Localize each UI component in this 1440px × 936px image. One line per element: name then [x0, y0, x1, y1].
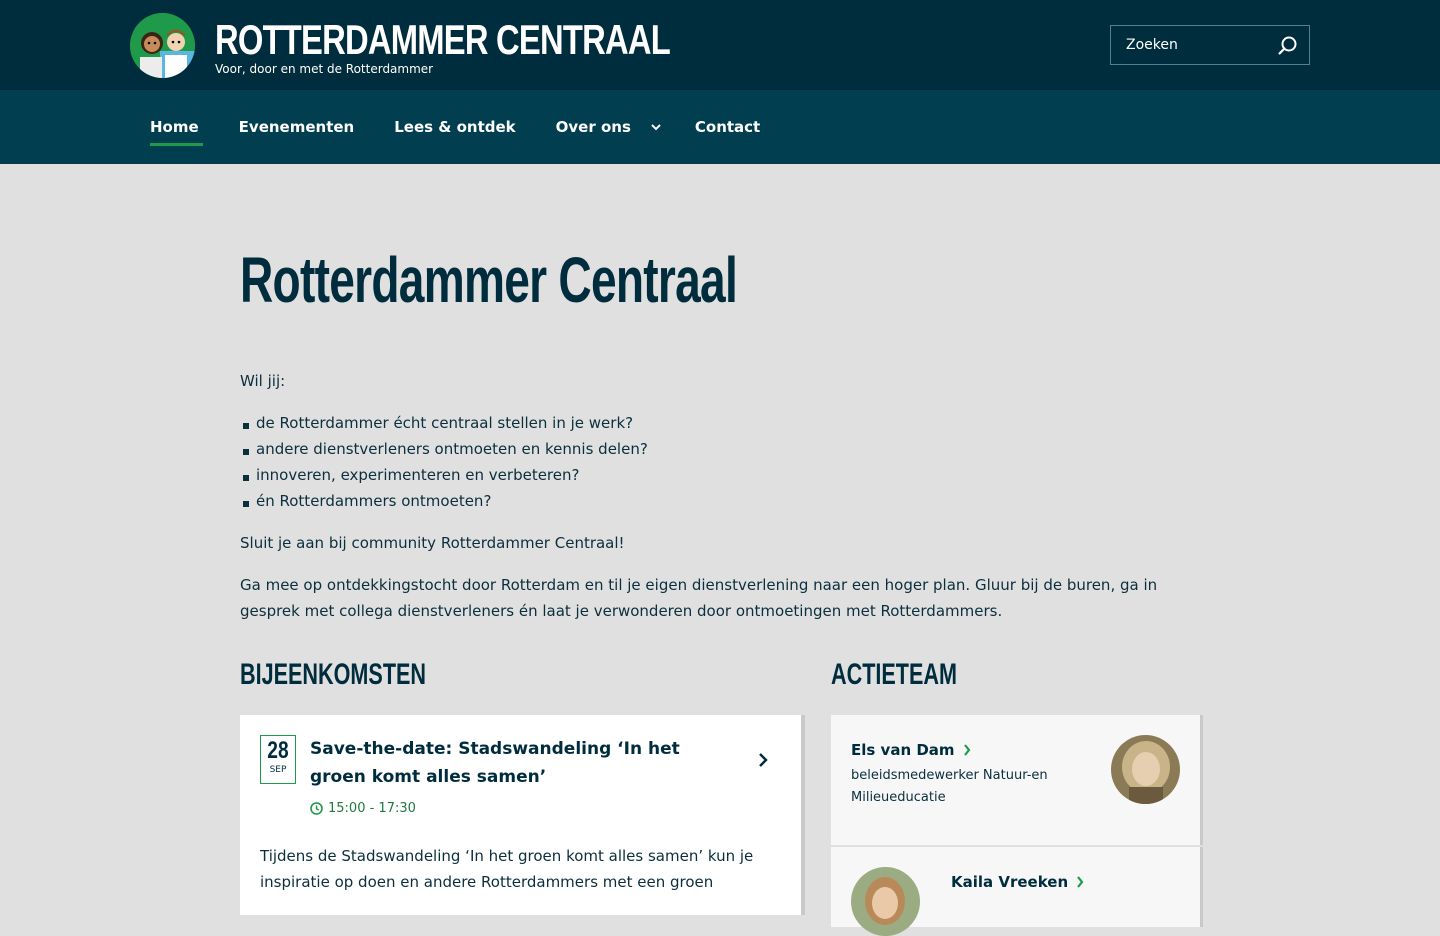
list-item: de Rotterdammer écht centraal stellen in…: [240, 410, 1200, 436]
avatar: [851, 867, 920, 936]
site-header: ROTTERDAMMER CENTRAAL Voor, door en met …: [0, 0, 1440, 90]
events-heading: BIJEENKOMSTEN: [240, 658, 427, 691]
team-member-card[interactable]: Kaila Vreeken: [831, 847, 1200, 936]
nav-item-over-ons[interactable]: Over ons: [555, 90, 661, 164]
site-logo[interactable]: ROTTERDAMMER CENTRAAL Voor, door en met …: [130, 13, 798, 78]
member-name-link[interactable]: Kaila Vreeken: [951, 873, 1084, 891]
join-text: Sluit je aan bij community Rotterdammer …: [240, 534, 625, 552]
member-role: beleidsmedewerker Natuur-en Milieueducat…: [851, 768, 1048, 805]
event-time-text: 15:00 - 17:30: [328, 801, 416, 816]
nav-item-label: Home: [150, 118, 199, 136]
page-title: Rotterdammer Centraal: [240, 244, 738, 316]
nav-item-evenementen[interactable]: Evenementen: [239, 90, 355, 164]
member-name-link[interactable]: Els van Dam: [851, 741, 971, 759]
nav-item-label: Over ons: [555, 118, 631, 136]
search-box: [1110, 25, 1310, 65]
event-description: Tijdens de Stadswandeling ‘In het groen …: [260, 847, 754, 891]
nav-item-lees-ontdek[interactable]: Lees & ontdek: [394, 90, 515, 164]
event-time: 15:00 - 17:30: [310, 801, 416, 816]
main-navigation: Home Evenementen Lees & ontdek Over ons …: [0, 90, 1440, 164]
member-name: Els van Dam: [851, 741, 955, 759]
member-name: Kaila Vreeken: [951, 873, 1069, 891]
bullet-list: de Rotterdammer écht centraal stellen in…: [240, 410, 1200, 514]
list-item: én Rotterdammers ontmoeten?: [240, 488, 1200, 514]
search-input[interactable]: [1111, 26, 1271, 64]
brand-title: ROTTERDAMMER CENTRAAL: [215, 16, 671, 63]
team-heading: ACTIETEAM: [831, 658, 957, 691]
two-people-avatar-logo-icon: [130, 13, 195, 78]
brand-subtitle: Voor, door en met de Rotterdammer: [215, 62, 434, 76]
list-item: andere dienstverleners ontmoeten en kenn…: [240, 436, 1200, 462]
nav-item-home[interactable]: Home: [150, 90, 203, 164]
event-date: 28 SEP: [260, 735, 296, 784]
nav-item-label: Evenementen: [238, 118, 355, 136]
avatar: [1111, 735, 1180, 804]
nav-item-label: Contact: [694, 118, 761, 136]
event-day: 28: [267, 737, 289, 764]
event-card[interactable]: 28 SEP Save-the-date: Stadswandeling ‘In…: [240, 715, 801, 915]
event-month: SEP: [269, 765, 287, 775]
main-content: Rotterdammer Centraal Wil jij: de Rotter…: [240, 164, 1200, 624]
nav-item-label: Lees & ontdek: [394, 118, 516, 136]
nav-item-contact[interactable]: Contact: [695, 90, 760, 164]
chevron-right-icon[interactable]: [756, 751, 770, 769]
chevron-right-icon: [963, 744, 970, 756]
clock-icon: [310, 802, 323, 815]
intro-text: Wil jij:: [240, 372, 286, 390]
chevron-right-icon: [1077, 876, 1084, 888]
search-icon[interactable]: [1277, 35, 1299, 57]
chevron-down-icon[interactable]: [649, 120, 663, 134]
team-member-card[interactable]: Els van Dam beleidsmedewerker Natuur-en …: [831, 715, 1200, 845]
body-text: Ga mee op ontdekkingstocht door Rotterda…: [240, 576, 1158, 620]
list-item: innoveren, experimenteren en verbeteren?: [240, 462, 1200, 488]
event-title-link[interactable]: Save-the-date: Stadswandeling ‘In het gr…: [310, 735, 690, 791]
